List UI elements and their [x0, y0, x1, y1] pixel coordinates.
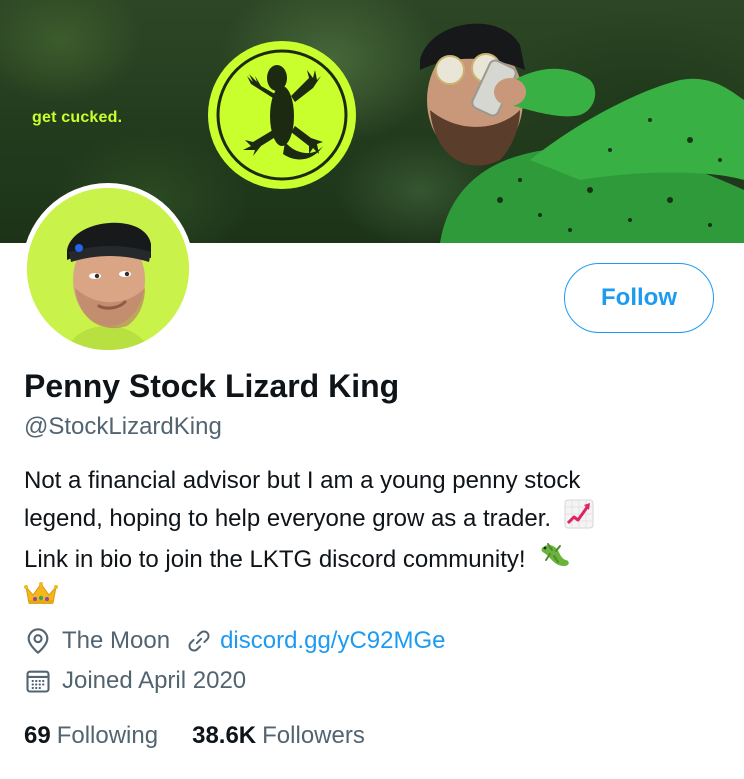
- following-label: Following: [56, 722, 159, 749]
- link-icon: [188, 630, 210, 652]
- follow-button[interactable]: Follow: [564, 263, 714, 333]
- bio-line: [24, 581, 724, 618]
- crown-icon: [24, 581, 58, 618]
- avatar-photo: [27, 188, 189, 350]
- bio-line-text: Link in bio to join the LKTG discord com…: [24, 545, 526, 573]
- profile-location: The Moon: [62, 627, 171, 654]
- profile-avatar[interactable]: [22, 183, 194, 355]
- profile-bio: Not a financial advisor but I am a young…: [24, 463, 724, 618]
- banner-photo-person: [420, 23, 744, 243]
- followers-label: Followers: [262, 722, 365, 749]
- chart-increasing-icon: [564, 499, 594, 540]
- profile-display-name: Penny Stock Lizard King: [24, 368, 400, 404]
- profile-meta-location-row: The Moon discord.gg/yC92MGe: [24, 627, 446, 655]
- lizard-icon: [538, 540, 572, 581]
- banner-tagline: get cucked.: [32, 109, 123, 126]
- followers-stat-link[interactable]: 38.6K Followers: [192, 722, 365, 750]
- location-pin-icon: [27, 628, 49, 655]
- calendar-icon: [26, 670, 50, 693]
- profile-handle: @StockLizardKing: [24, 413, 222, 440]
- profile-meta-joined-row: Joined April 2020: [24, 667, 246, 695]
- followers-count: 38.6K: [192, 722, 257, 749]
- bio-line: Not a financial advisor but I am a young…: [24, 467, 581, 494]
- profile-stats: 69 Following 38.6K Followers: [24, 722, 399, 750]
- bio-line-text: legend, hoping to help everyone grow as …: [24, 504, 552, 532]
- profile-joined-date: Joined April 2020: [62, 667, 247, 694]
- bio-line: Link in bio to join the LKTG discord com…: [24, 540, 724, 581]
- following-stat-link[interactable]: 69 Following: [24, 722, 158, 750]
- lizard-logo-icon: [208, 41, 356, 189]
- profile-website-link[interactable]: discord.gg/yC92MGe: [220, 627, 445, 655]
- avatar-face-icon: [27, 188, 189, 350]
- bio-line: legend, hoping to help everyone grow as …: [24, 499, 724, 540]
- following-count: 69: [24, 722, 51, 749]
